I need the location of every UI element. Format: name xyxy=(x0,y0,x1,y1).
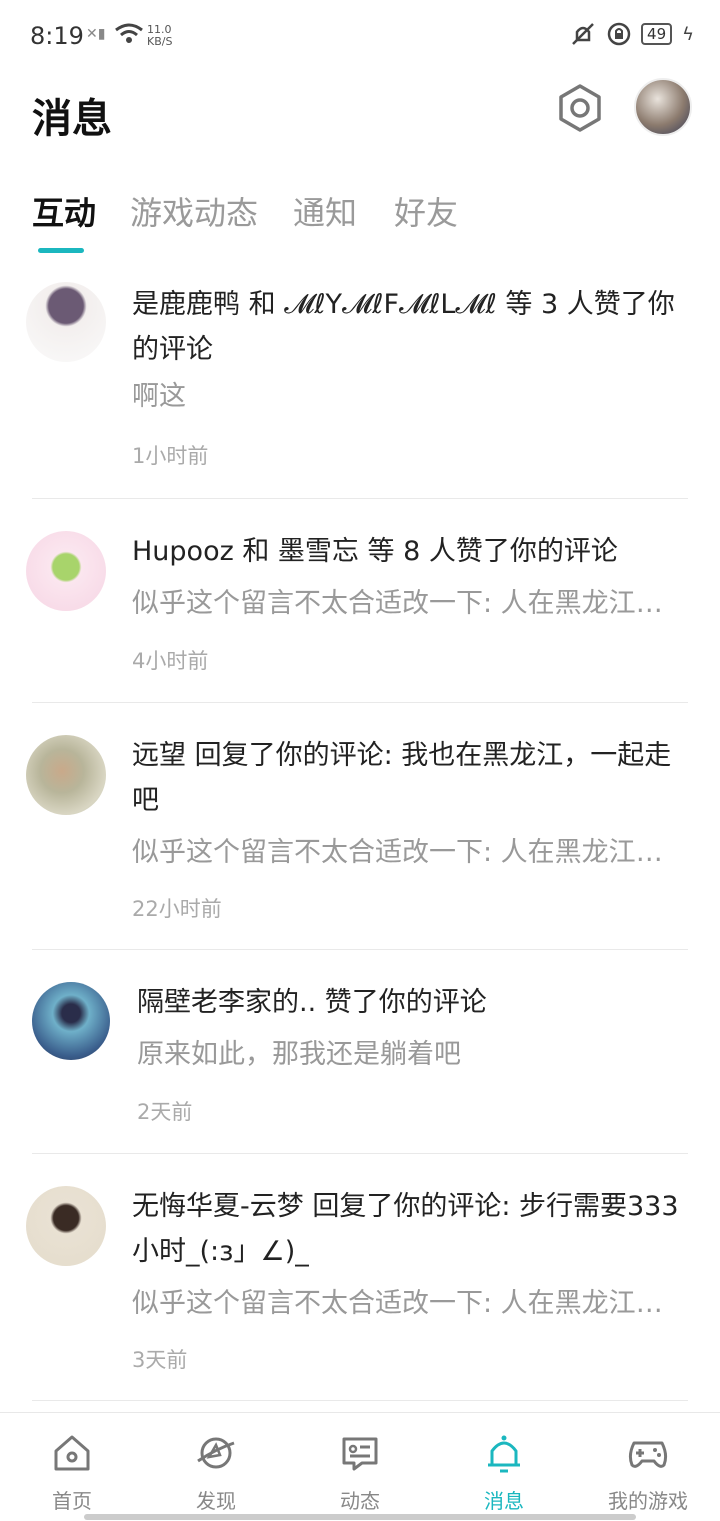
item-preview: 似乎这个留言不太合适改一下: 人在黑龙江，想看南方的雪 xyxy=(132,588,677,619)
nav-feed[interactable]: 动态 xyxy=(288,1413,432,1521)
item-headline: 远望 回复了你的评论: 我也在黑龙江，一起走吧 xyxy=(132,740,672,816)
item-time: 22小时前 xyxy=(132,897,222,921)
list-item[interactable]: 远望 回复了你的评论: 我也在黑龙江，一起走吧 似乎这个留言不太合适改一下: 人… xyxy=(0,703,720,950)
nav-feed-label: 动态 xyxy=(340,1489,380,1513)
nav-discover[interactable]: 发现 xyxy=(144,1413,288,1521)
avatar[interactable] xyxy=(26,735,106,815)
bell-icon xyxy=(488,1435,520,1473)
rotation-lock-icon xyxy=(607,22,631,46)
status-bar: 8:19 ✕▮ 11.0 KB/S 49 ϟ xyxy=(0,0,720,72)
nav-messages-label: 消息 xyxy=(484,1489,524,1513)
header: 消息 xyxy=(0,72,720,162)
chat-card-icon xyxy=(342,1437,378,1471)
list-item[interactable]: Hupooz 和 墨雪忘 等 8 人赞了你的评论 似乎这个留言不太合适改一下: … xyxy=(0,499,720,703)
tab-notifications[interactable]: 通知 xyxy=(293,188,357,234)
item-preview: 原来如此，那我还是躺着吧 xyxy=(137,1039,461,1070)
tab-indicator xyxy=(38,248,84,253)
nav-messages[interactable]: 消息 xyxy=(432,1413,576,1521)
item-headline: Hupooz 和 墨雪忘 等 8 人赞了你的评论 xyxy=(132,536,618,567)
nav-my-games[interactable]: 我的游戏 xyxy=(576,1413,720,1521)
nav-home[interactable]: 首页 xyxy=(0,1413,144,1521)
avatar[interactable] xyxy=(32,982,110,1060)
home-icon xyxy=(54,1435,90,1471)
net-speed: 11.0 KB/S xyxy=(147,24,172,48)
item-preview: 似乎这个留言不太合适改一下: 人在黑龙江，想看南方的雪 xyxy=(132,1288,677,1319)
list-item[interactable]: 是鹿鹿鸭 和 𝓜ℓY𝓜ℓF𝓜ℓL𝓜ℓ 等 3 人赞了你的评论 啊这 1小时前 xyxy=(0,270,720,499)
item-headline: 无悔华夏-云梦 回复了你的评论: 步行需要333小时_(:з」∠)_ xyxy=(132,1191,679,1267)
tab-game-updates[interactable]: 游戏动态 xyxy=(130,188,258,234)
avatar[interactable] xyxy=(26,1186,106,1266)
settings-icon[interactable] xyxy=(554,82,606,134)
page-title: 消息 xyxy=(32,96,112,142)
list-item[interactable]: 无悔华夏-云梦 回复了你的评论: 步行需要333小时_(:з」∠)_ 似乎这个留… xyxy=(0,1154,720,1401)
gamepad-icon xyxy=(628,1441,668,1468)
tab-interaction[interactable]: 互动 xyxy=(32,188,96,234)
nav-my-games-label: 我的游戏 xyxy=(608,1489,688,1513)
wifi-icon xyxy=(115,23,143,43)
item-time: 3天前 xyxy=(132,1348,188,1372)
planet-icon xyxy=(197,1437,235,1469)
bottom-nav: 首页 发现 动态 消息 我的游戏 xyxy=(0,1412,720,1521)
item-headline: 隔壁老李家的.. 赞了你的评论 xyxy=(137,987,487,1018)
item-preview: 啊这 xyxy=(132,381,186,412)
battery-level: 49 xyxy=(641,23,673,45)
item-preview: 似乎这个留言不太合适改一下: 人在黑龙江，想看南方的雪 xyxy=(132,837,677,868)
status-time: 8:19 xyxy=(30,22,84,50)
signal-icon: ✕▮ xyxy=(86,26,106,42)
item-time: 2天前 xyxy=(137,1100,193,1124)
home-indicator[interactable] xyxy=(84,1514,636,1520)
item-time: 1小时前 xyxy=(132,444,209,468)
avatar[interactable] xyxy=(26,531,106,611)
item-headline: 是鹿鹿鸭 和 𝓜ℓY𝓜ℓF𝓜ℓL𝓜ℓ 等 3 人赞了你的评论 xyxy=(132,289,675,365)
nav-home-label: 首页 xyxy=(52,1489,92,1513)
divider xyxy=(32,1400,688,1401)
net-speed-unit: KB/S xyxy=(147,35,173,48)
tab-bar: 互动 游戏动态 通知 好友 xyxy=(0,180,720,260)
nav-discover-label: 发现 xyxy=(196,1489,236,1513)
user-avatar[interactable] xyxy=(634,78,692,136)
list-item[interactable]: 隔壁老李家的.. 赞了你的评论 原来如此，那我还是躺着吧 2天前 xyxy=(0,950,720,1154)
vibrate-icon xyxy=(572,23,594,45)
avatar[interactable] xyxy=(26,282,106,362)
charging-icon: ϟ xyxy=(682,23,694,45)
tab-friends[interactable]: 好友 xyxy=(394,188,458,234)
item-time: 4小时前 xyxy=(132,649,209,673)
